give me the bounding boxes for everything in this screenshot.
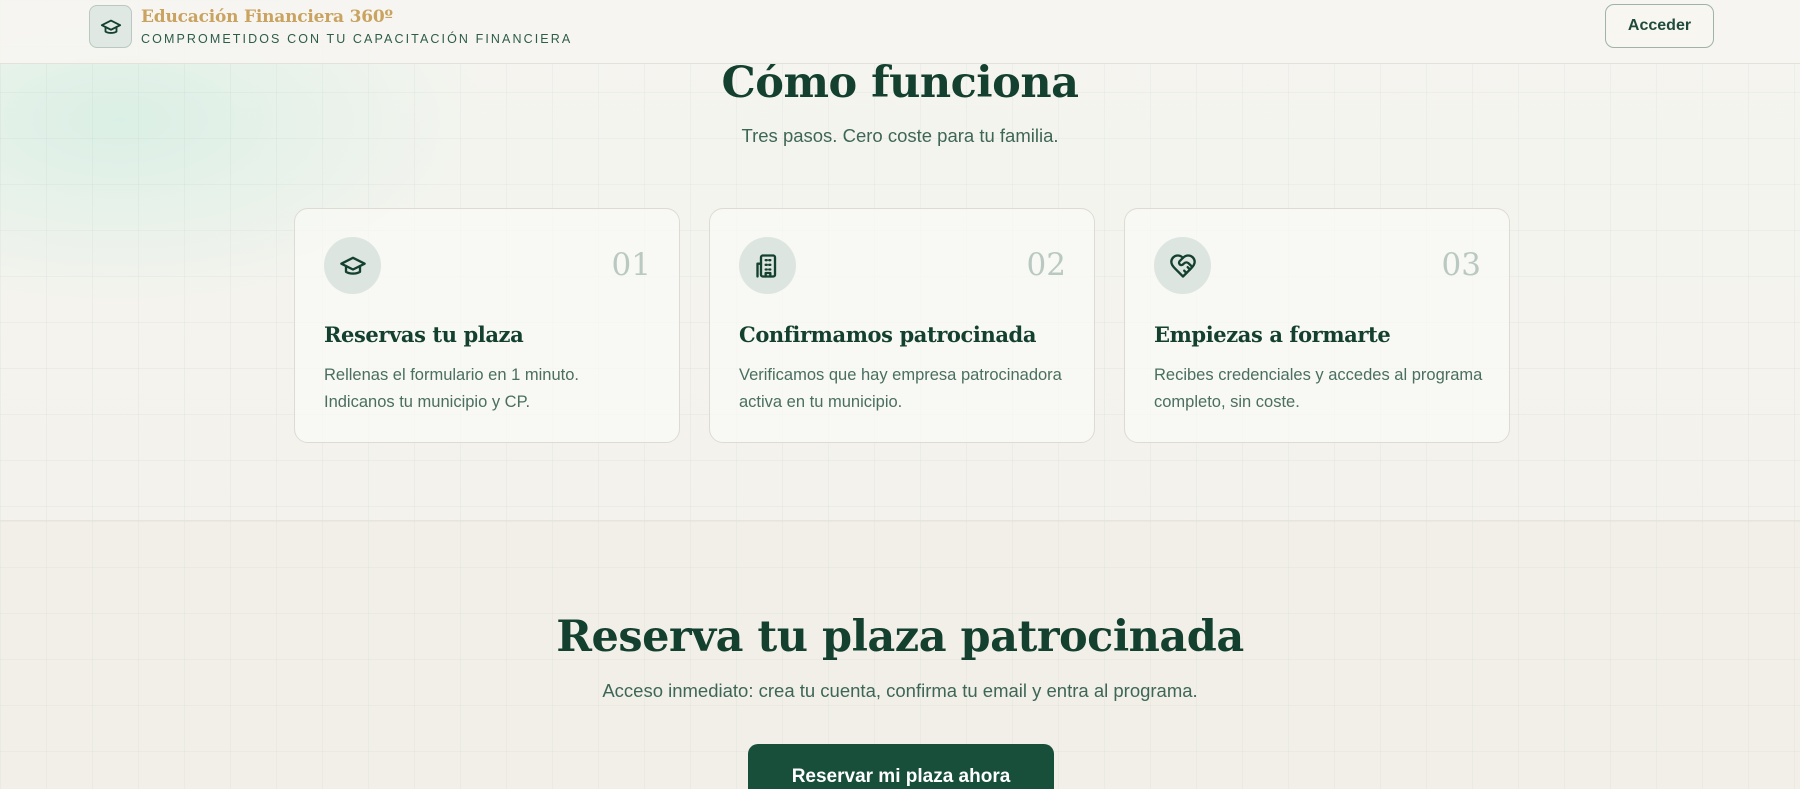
brand-title[interactable]: Educación Financiera 360º [141, 7, 393, 27]
building-icon [755, 253, 776, 278]
reserve-plaza-button[interactable]: Reservar mi plaza ahora [748, 744, 1054, 789]
step-icon-wrapper [324, 237, 381, 294]
step-number: 01 [611, 247, 651, 283]
how-it-works-subtitle: Tres pasos. Cero coste para tu familia. [741, 125, 1059, 146]
how-it-works-title: Cómo funciona [721, 58, 1079, 108]
step-description: Verificamos que hay empresa patrocinador… [739, 366, 1062, 411]
reserve-subtitle: Acceso inmediato: crea tu cuenta, confir… [602, 680, 1198, 701]
step-title: Confirmamos patrocinada [739, 322, 1037, 347]
step-icon-wrapper [1154, 237, 1211, 294]
reserve-title: Reserva tu plaza patrocinada [556, 612, 1244, 662]
graduation-cap-icon [100, 19, 121, 34]
step-card-1: 01 Reservas tu plaza Rellenas el formula… [294, 208, 680, 443]
step-card-2: 02 Confirmamos patrocinada Verificamos q… [709, 208, 1095, 443]
graduation-cap-icon [339, 256, 366, 275]
logo[interactable] [89, 5, 132, 48]
heart-handshake-icon [1169, 253, 1196, 278]
site-header: Educación Financiera 360º COMPROMETIDOS … [0, 0, 1800, 64]
step-number: 02 [1026, 247, 1066, 283]
step-description: Recibes credenciales y accedes al progra… [1154, 366, 1483, 411]
step-title: Empiezas a formarte [1154, 322, 1391, 347]
step-title: Reservas tu plaza [324, 322, 524, 347]
login-button[interactable]: Acceder [1605, 4, 1714, 48]
step-icon-wrapper [739, 237, 796, 294]
step-number: 03 [1441, 247, 1481, 283]
step-card-3: 03 Empiezas a formarte Recibes credencia… [1124, 208, 1510, 443]
brand-subtitle: COMPROMETIDOS CON TU CAPACITACIÓN FINANC… [141, 32, 573, 46]
step-description: Rellenas el formulario en 1 minuto. Indi… [324, 366, 579, 411]
